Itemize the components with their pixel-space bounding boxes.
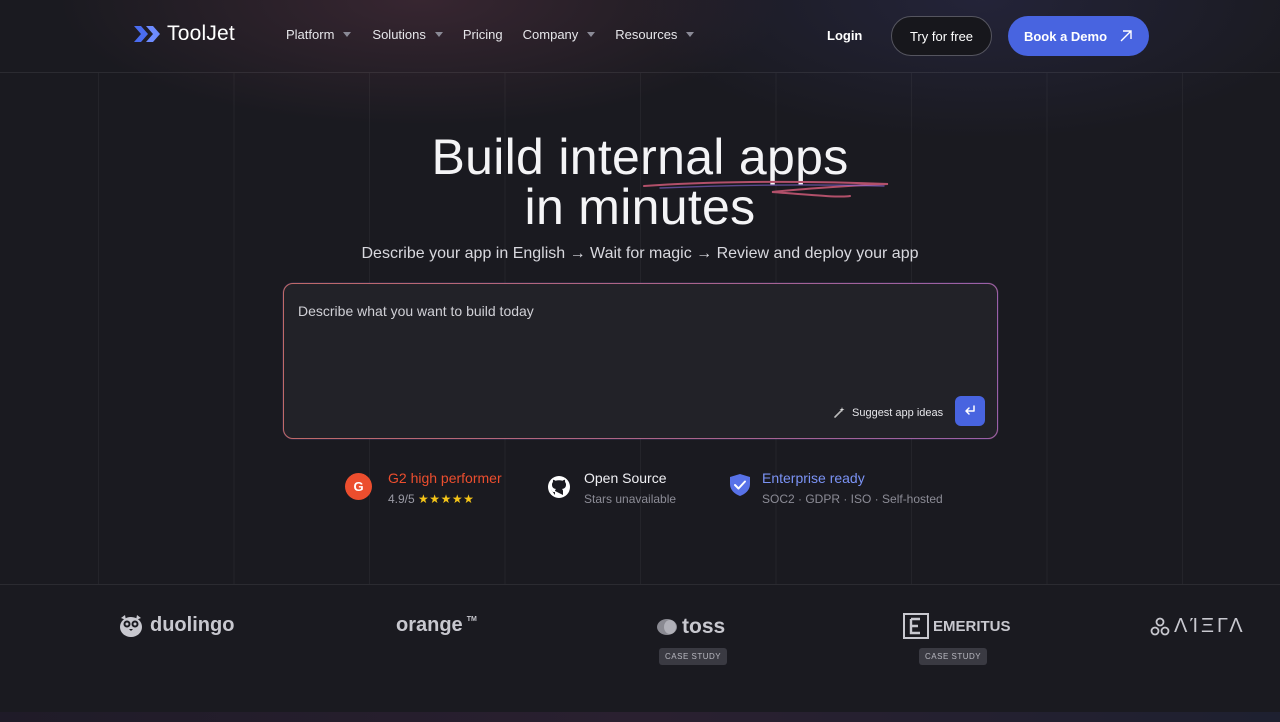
suggest-app-ideas-button[interactable]: Suggest app ideas: [833, 406, 943, 419]
emeritus-icon: [903, 613, 929, 639]
book-demo-button[interactable]: Book a Demo: [1008, 16, 1149, 56]
toss-case-study-tag[interactable]: CASE STUDY: [659, 648, 728, 665]
nav-pricing-label: Pricing: [462, 27, 503, 42]
enterprise-badge: Enterprise ready SOC2 · GDPR · ISO · Sel…: [729, 470, 943, 506]
nav-links: Platform Solutions Pricing Company Resou…: [286, 27, 695, 42]
enterprise-title: Enterprise ready: [762, 470, 865, 486]
hero-subtitle: Describe your app in English → Wait for …: [361, 245, 919, 262]
shield-check-icon: [730, 474, 750, 496]
prompt-placeholder: Describe what you want to build today: [298, 303, 534, 319]
nav-platform-label: Platform: [286, 27, 335, 42]
tooljet-logo-icon: [134, 26, 160, 42]
nav-company-label: Company: [522, 27, 579, 42]
atera-icon: [1150, 617, 1170, 635]
app-description-input[interactable]: Describe what you want to build today Su…: [283, 283, 998, 439]
atera-wordmark: ΛΊΞΓΛ: [1174, 615, 1246, 637]
chevron-down-icon: [343, 32, 352, 37]
duolingo-wordmark: duolingo: [150, 613, 235, 636]
login-link[interactable]: Login: [827, 28, 862, 43]
toss-logo[interactable]: toss: [656, 615, 725, 639]
g2-icon: G: [345, 473, 372, 500]
underline-squiggle: [643, 180, 889, 198]
g2-badge: G G2 high performer 4.9/5 ★★★★★: [345, 470, 502, 506]
emeritus-wordmark: EMERITUS: [933, 617, 1011, 635]
submit-button[interactable]: [955, 396, 985, 426]
customer-logos-strip: duolingo orange TM toss CASE STUDY EMERI…: [0, 584, 1280, 714]
nav-solutions[interactable]: Solutions: [372, 27, 443, 42]
try-for-free-button[interactable]: Try for free: [891, 16, 992, 56]
nav-platform[interactable]: Platform: [286, 27, 352, 42]
github-stars-status: Stars unavailable: [584, 492, 677, 506]
open-source-badge[interactable]: Open Source Stars unavailable: [547, 470, 676, 506]
atera-logo: ΛΊΞΓΛ: [1150, 615, 1246, 638]
g2-rating: 4.9/5: [388, 492, 415, 506]
arrow-up-right-icon: [1120, 30, 1132, 42]
orange-logo: orange TM: [396, 614, 477, 637]
magic-wand-icon: [834, 407, 845, 418]
orange-wordmark: orange: [396, 614, 463, 636]
emeritus-case-study-tag[interactable]: CASE STUDY: [919, 648, 988, 665]
g2-title: G2 high performer: [388, 470, 502, 486]
chevron-down-icon: [587, 32, 596, 37]
tooljet-logo[interactable]: ToolJet: [132, 22, 235, 46]
trademark-symbol: TM: [466, 616, 477, 623]
emeritus-logo[interactable]: EMERITUS: [903, 613, 1011, 639]
chevron-down-icon: [434, 32, 443, 37]
duolingo-owl-icon: [120, 615, 142, 637]
bottom-gradient: [0, 712, 1280, 722]
nav-solutions-label: Solutions: [372, 27, 426, 42]
github-icon: [548, 476, 570, 498]
toss-icon: [657, 619, 677, 635]
compliance-list: SOC2 · GDPR · ISO · Self-hosted: [762, 492, 943, 506]
toss-wordmark: toss: [682, 615, 726, 638]
duolingo-logo: duolingo: [116, 612, 234, 638]
suggest-app-ideas-label: Suggest app ideas: [852, 406, 944, 419]
book-demo-label: Book a Demo: [1023, 28, 1108, 44]
nav-resources-label: Resources: [615, 27, 678, 42]
open-source-title: Open Source: [584, 470, 667, 486]
top-navigation: ToolJet Platform Solutions Pricing Compa…: [0, 0, 1280, 73]
nav-resources[interactable]: Resources: [615, 27, 695, 42]
nav-pricing[interactable]: Pricing: [463, 27, 503, 42]
star-rating-icon: ★★★★★: [418, 492, 475, 506]
enter-icon: [965, 405, 975, 415]
brand-name: ToolJet: [167, 22, 235, 45]
chevron-down-icon: [686, 32, 695, 37]
nav-company[interactable]: Company: [523, 27, 596, 42]
